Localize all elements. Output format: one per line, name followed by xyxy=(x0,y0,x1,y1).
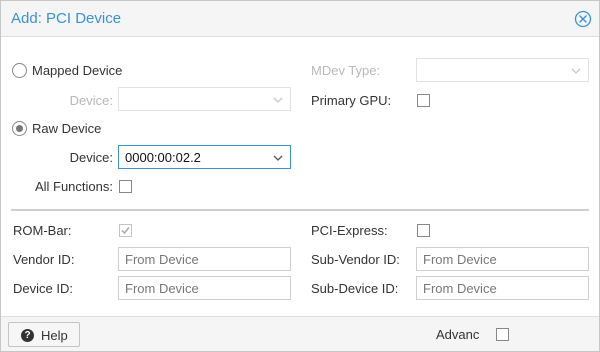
mapped-device-device-label: Device: xyxy=(69,93,113,108)
dialog-content: Mapped Device MDev Type: Device: Primary… xyxy=(1,38,599,316)
dialog-title: Add: PCI Device xyxy=(11,10,122,27)
advanced-checkbox[interactable] xyxy=(496,328,509,341)
close-icon[interactable] xyxy=(574,10,592,28)
mdev-type-combo[interactable] xyxy=(416,58,589,82)
all-functions-label: All Functions: xyxy=(34,179,113,194)
pci-express-label: PCI-Express: xyxy=(311,223,388,238)
mapped-device-label: Mapped Device xyxy=(32,63,123,78)
rom-bar-label: ROM-Bar: xyxy=(13,223,72,238)
sub-device-id-label: Sub-Device ID: xyxy=(311,281,399,296)
section-divider xyxy=(11,209,589,211)
primary-gpu-label: Primary GPU: xyxy=(311,93,392,108)
dialog-footer: ? Help Advanc xyxy=(1,316,599,351)
raw-device-value: 0000:00:02.2 xyxy=(125,150,201,165)
primary-gpu-checkbox[interactable] xyxy=(417,94,430,107)
vendor-id-label: Vendor ID: xyxy=(13,252,75,267)
vendor-id-field[interactable]: From Device xyxy=(118,247,291,271)
radio-selected-dot xyxy=(16,125,23,132)
dialog-titlebar: Add: PCI Device xyxy=(1,1,599,37)
sub-device-id-placeholder: From Device xyxy=(423,281,497,296)
raw-device-device-label: Device: xyxy=(69,150,113,165)
device-id-label: Device ID: xyxy=(13,281,73,296)
all-functions-checkbox[interactable] xyxy=(119,180,132,193)
sub-vendor-id-field[interactable]: From Device xyxy=(416,247,589,271)
raw-device-radio[interactable] xyxy=(12,121,27,136)
mdev-type-label: MDev Type: xyxy=(311,63,381,78)
chevron-down-icon xyxy=(571,68,581,74)
checkmark-icon xyxy=(121,227,130,235)
raw-device-label: Raw Device xyxy=(32,121,102,136)
chevron-down-icon xyxy=(273,155,283,161)
sub-vendor-id-placeholder: From Device xyxy=(423,252,497,267)
raw-device-combo[interactable]: 0000:00:02.2 xyxy=(118,145,291,169)
mapped-device-radio[interactable] xyxy=(12,63,27,78)
help-button[interactable]: ? Help xyxy=(8,322,80,347)
sub-vendor-id-label: Sub-Vendor ID: xyxy=(311,252,400,267)
mapped-device-combo[interactable] xyxy=(118,87,291,111)
sub-device-id-field[interactable]: From Device xyxy=(416,276,589,300)
rom-bar-checkbox[interactable] xyxy=(119,224,132,237)
pci-express-checkbox[interactable] xyxy=(417,224,430,237)
add-pci-device-dialog: Add: PCI Device Mapped Device MDev Type:… xyxy=(0,0,600,352)
device-id-placeholder: From Device xyxy=(125,281,199,296)
help-label: Help xyxy=(41,328,68,343)
help-icon: ? xyxy=(21,329,34,342)
chevron-down-icon xyxy=(273,97,283,103)
advanced-label: Advanc xyxy=(436,327,480,342)
vendor-id-placeholder: From Device xyxy=(125,252,199,267)
device-id-field[interactable]: From Device xyxy=(118,276,291,300)
